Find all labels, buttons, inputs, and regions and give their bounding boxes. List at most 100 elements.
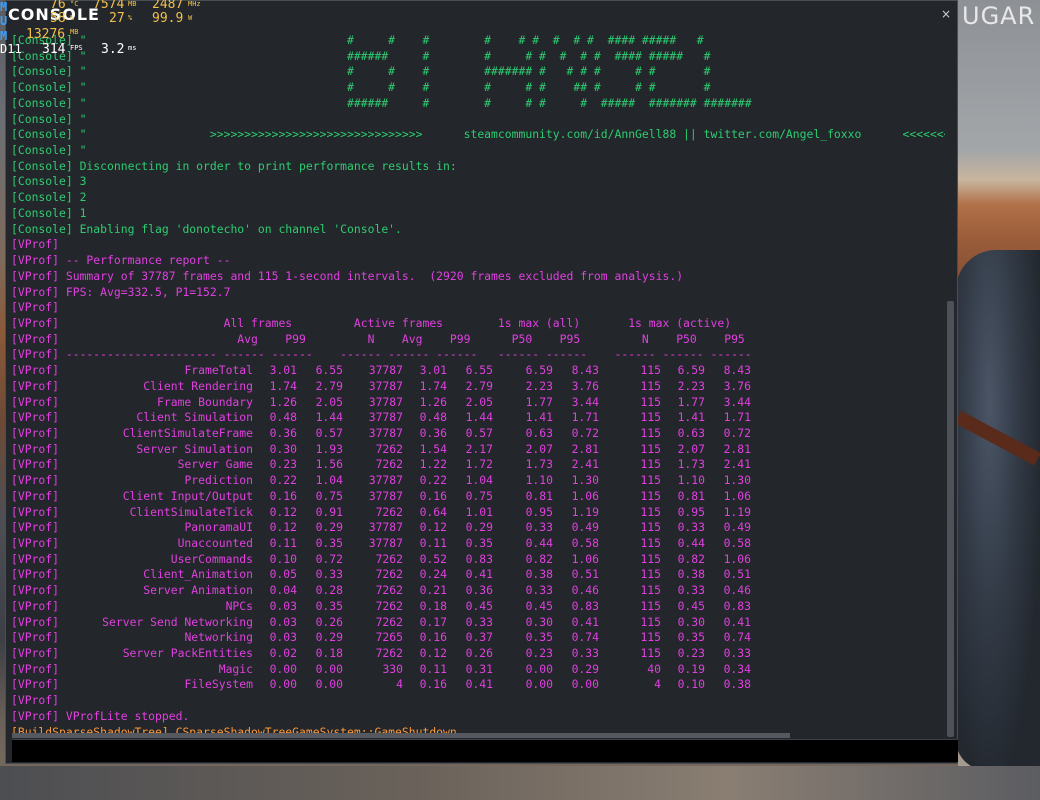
- perf-metric-value: 1.77: [525, 394, 554, 409]
- perf-metric-value: 0.58: [571, 536, 600, 550]
- perf-table-row: [VProf] NPCs 0.03 0.35 7262 0.18 0.45 0.45 0.83 1…: [11, 599, 945, 615]
- perf-metric-value: 0.16: [419, 677, 448, 692]
- console-title: CONSOLE: [8, 5, 100, 24]
- perf-metric-value: 115: [640, 630, 662, 645]
- perf-metric-value: 0.12: [269, 520, 298, 535]
- perf-metric-value: 1.26: [419, 394, 448, 409]
- perf-metric-value: 115: [640, 598, 662, 613]
- perf-metric-value: 0.36: [419, 425, 448, 440]
- perf-metric-value: 2.07: [525, 441, 554, 456]
- perf-metric-value: 1.73: [677, 457, 706, 472]
- perf-metric-value: 0.12: [269, 504, 298, 519]
- perf-metric-value: 1.54: [419, 441, 448, 456]
- perf-metric-value: 1.04: [465, 473, 494, 488]
- log-line: [VProf] ---------------------- ------ --…: [11, 347, 752, 362]
- perf-metric-value: 7262: [375, 567, 404, 582]
- perf-metric-value: 0.75: [465, 488, 494, 503]
- vprof-prefix: [VProf]: [11, 441, 60, 456]
- perf-table-row: [VProf] Magic 0.00 0.00 330 0.11 0.31 0.00 0.29 4…: [11, 662, 945, 678]
- perf-metric-value: 115: [640, 473, 662, 488]
- log-line: [Console] 3: [11, 174, 87, 189]
- perf-metric-name: Client_Animation: [143, 567, 254, 582]
- perf-metric-value: 0.51: [571, 567, 600, 582]
- perf-metric-value: 1.10: [677, 473, 706, 488]
- log-line: [Console] " # # # # # # ## # # # #: [11, 80, 711, 95]
- perf-metric-value: 1.30: [723, 473, 752, 488]
- perf-metric-name: Networking: [184, 630, 254, 645]
- perf-metric-value: 7262: [375, 457, 404, 472]
- perf-metric-value: 0.22: [269, 473, 298, 488]
- perf-metric-value: 1.04: [315, 473, 344, 488]
- console-window[interactable]: CONSOLE × [Console] " # # # # # # # # # …: [5, 0, 958, 764]
- perf-metric-value: 0.81: [677, 488, 706, 503]
- log-line: [VProf] All frames Active frames 1s max …: [11, 315, 732, 330]
- perf-metric-value: 37787: [368, 520, 404, 535]
- perf-metric-value: 115: [640, 410, 662, 425]
- perf-metric-value: 2.17: [465, 441, 494, 456]
- vprof-prefix: [VProf]: [11, 363, 60, 378]
- perf-metric-value: 0.57: [465, 425, 494, 440]
- perf-table-row: [VProf] FrameTotal 3.01 6.55 37787 3.01 6.55 6.…: [11, 363, 945, 379]
- console-log: [Console] " # # # # # # # # # #### #####…: [11, 33, 945, 738]
- perf-metric-value: 0.23: [525, 646, 554, 661]
- perf-table-row: [VProf] Networking 0.03 0.29 7265 0.16 0.37 0.3…: [11, 630, 945, 646]
- perf-metric-value: 0.19: [677, 661, 706, 676]
- perf-metric-value: 1.19: [571, 504, 600, 519]
- perf-metric-value: 1.73: [525, 457, 554, 472]
- perf-metric-value: 0.33: [677, 520, 706, 535]
- perf-metric-value: 0.82: [677, 551, 706, 566]
- perf-metric-value: 0.74: [723, 630, 752, 645]
- perf-metric-value: 115: [640, 646, 662, 661]
- log-line: [VProf] FPS: Avg=332.5, P1=152.7: [11, 284, 231, 299]
- perf-metric-value: 0.30: [525, 614, 554, 629]
- perf-metric-value: 0.46: [571, 583, 600, 598]
- perf-metric-value: 7262: [375, 583, 404, 598]
- perf-metric-value: 1.06: [723, 551, 752, 566]
- perf-metric-value: 1.30: [571, 473, 600, 488]
- perf-metric-value: 0.49: [723, 520, 752, 535]
- horizontal-scrollbar[interactable]: [12, 733, 790, 738]
- log-line: [VProf] Avg P99 N Avg P99 P50 P95 N P50 …: [11, 331, 745, 346]
- perf-metric-value: 0.52: [419, 551, 448, 566]
- perf-metric-value: 0.91: [315, 504, 344, 519]
- console-input[interactable]: [12, 740, 958, 762]
- perf-metric-value: 0.51: [723, 567, 752, 582]
- perf-metric-value: 115: [640, 536, 662, 550]
- console-input-bar[interactable]: [12, 739, 958, 762]
- perf-metric-value: 0.29: [465, 520, 494, 535]
- log-line: [VProf]: [11, 237, 60, 252]
- perf-table-row: [VProf] Server PackEntities 0.02 0.18 7262 0.…: [11, 646, 945, 662]
- perf-metric-value: 1.19: [723, 504, 752, 519]
- perf-metric-value: 0.33: [525, 520, 554, 535]
- perf-metric-value: 0.57: [315, 425, 344, 440]
- perf-metric-value: 37787: [368, 473, 404, 488]
- vprof-prefix: [VProf]: [11, 394, 60, 409]
- perf-metric-value: 0.29: [571, 661, 600, 676]
- perf-metric-value: 0.35: [315, 598, 344, 613]
- perf-metric-value: 0.23: [269, 457, 298, 472]
- perf-metric-value: 7262: [375, 614, 404, 629]
- perf-metric-value: 2.23: [677, 378, 706, 393]
- close-button[interactable]: ×: [941, 7, 951, 21]
- perf-metric-value: 0.35: [465, 536, 494, 550]
- perf-metric-value: 0.18: [315, 646, 344, 661]
- perf-metric-value: 0.44: [677, 536, 706, 550]
- perf-metric-value: 1.22: [419, 457, 448, 472]
- perf-metric-value: 0.33: [315, 567, 344, 582]
- vprof-prefix: [VProf]: [11, 473, 60, 488]
- scrollbar-thumb[interactable]: [947, 301, 954, 737]
- perf-metric-value: 0.04: [269, 583, 298, 598]
- perf-metric-value: 1.56: [315, 457, 344, 472]
- perf-metric-value: 0.48: [269, 410, 298, 425]
- log-line: [Console] " ###### # # # # # ##### #####…: [11, 95, 752, 110]
- perf-metric-value: 0.00: [525, 661, 554, 676]
- perf-metric-value: 0.33: [677, 583, 706, 598]
- game-scene-bottom: [0, 766, 1040, 800]
- perf-metric-value: 0.83: [571, 598, 600, 613]
- perf-metric-value: 0.64: [419, 504, 448, 519]
- perf-metric-value: 1.44: [465, 410, 494, 425]
- perf-metric-value: 7262: [375, 646, 404, 661]
- perf-table-row: [VProf] Client Input/Output 0.16 0.75 37787 0…: [11, 489, 945, 505]
- perf-metric-value: 1.93: [315, 441, 344, 456]
- perf-metric-value: 0.11: [269, 536, 298, 550]
